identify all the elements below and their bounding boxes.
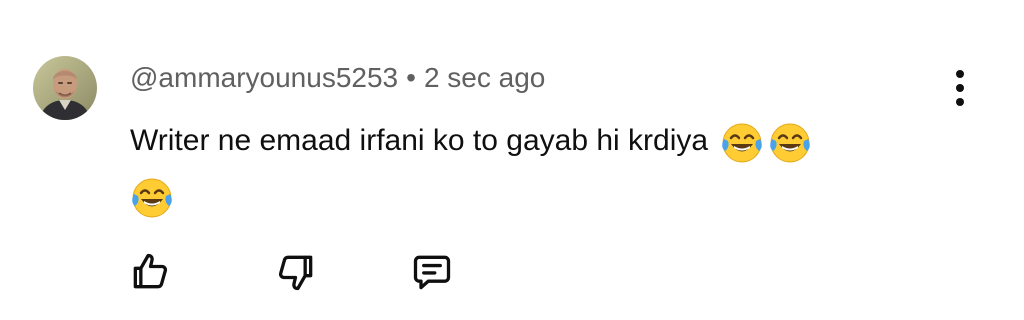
dislike-button[interactable] bbox=[272, 248, 320, 296]
comment-timestamp[interactable]: 2 sec ago bbox=[424, 62, 545, 93]
face-with-tears-of-joy-icon bbox=[720, 121, 764, 165]
like-button[interactable] bbox=[126, 248, 174, 296]
comment-card: @ammaryounus5253 • 2 sec ago Writer ne ema… bbox=[0, 0, 1024, 320]
reply-button[interactable] bbox=[408, 248, 456, 296]
more-vertical-icon bbox=[956, 70, 964, 78]
avatar-image bbox=[33, 56, 97, 120]
comment-meta: @ammaryounus5253 • 2 sec ago bbox=[130, 60, 545, 96]
emoji-group bbox=[720, 115, 816, 169]
more-dot bbox=[956, 98, 964, 106]
more-options-button[interactable] bbox=[944, 66, 976, 110]
author-handle[interactable]: @ammaryounus5253 bbox=[130, 62, 398, 93]
comment-actions bbox=[0, 240, 1024, 304]
face-with-tears-of-joy-icon bbox=[768, 121, 812, 165]
comment-text: Writer ne emaad irfani ko to gayab hi kr… bbox=[130, 124, 709, 157]
comment-text-container: Writer ne emaad irfani ko to gayab hi kr… bbox=[130, 114, 950, 224]
meta-separator: • bbox=[406, 62, 416, 93]
face-with-tears-of-joy-icon bbox=[130, 176, 174, 220]
thumbs-up-icon bbox=[133, 253, 168, 289]
avatar[interactable] bbox=[33, 56, 97, 120]
more-dot bbox=[956, 84, 964, 92]
thumbs-down-icon bbox=[278, 255, 313, 291]
emoji-group bbox=[130, 170, 178, 224]
reply-comment-icon bbox=[413, 255, 451, 290]
